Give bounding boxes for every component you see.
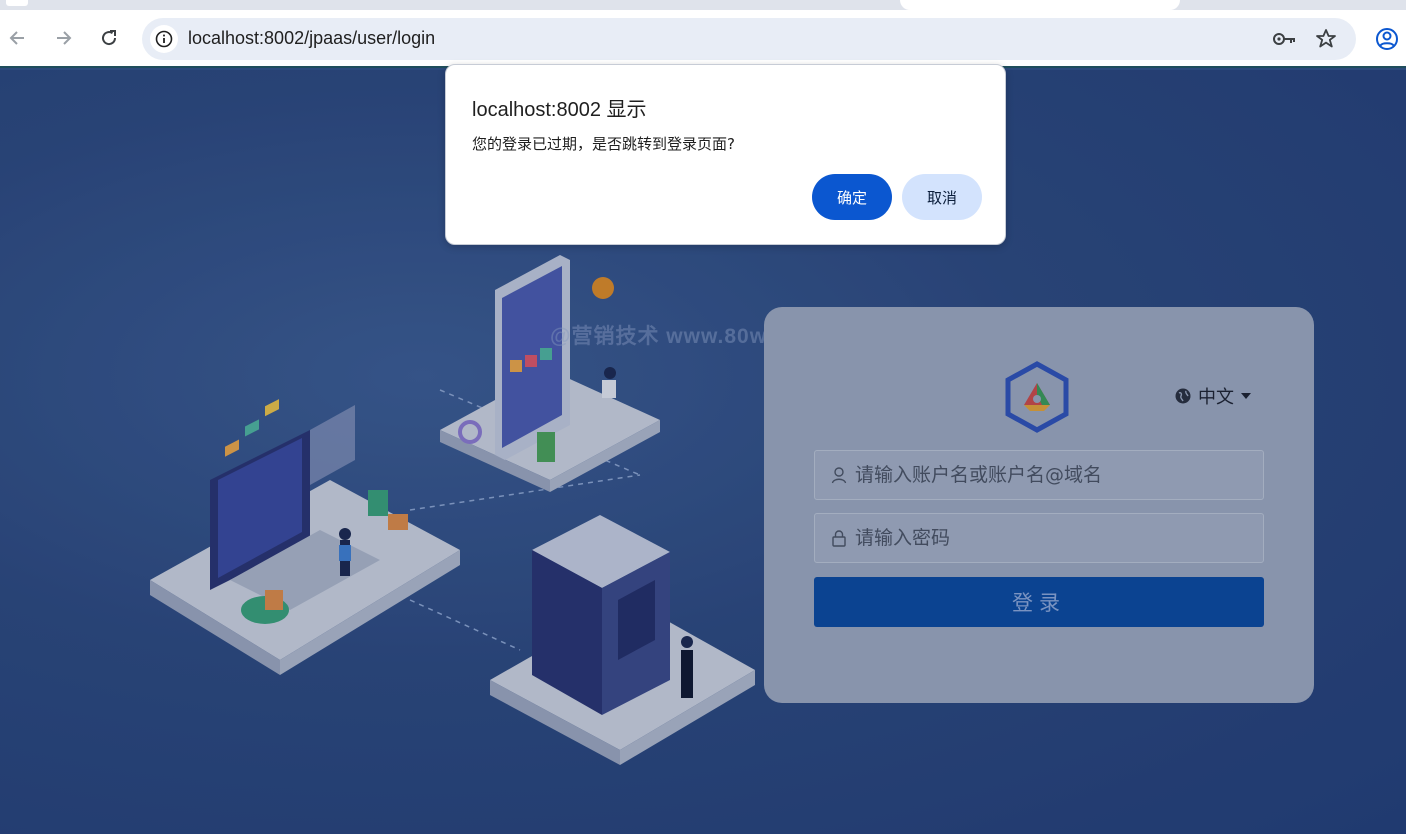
alert-dialog: localhost:8002 显示 您的登录已过期，是否跳转到登录页面? 确定 … [445,64,1006,245]
username-field[interactable] [814,450,1264,500]
lock-icon [832,530,846,547]
password-input[interactable] [855,527,1255,549]
url-text[interactable]: localhost:8002/jpaas/user/login [188,28,435,49]
password-field[interactable] [814,513,1264,563]
username-input[interactable] [855,464,1255,486]
dialog-title: localhost:8002 显示 [472,99,647,121]
info-icon [155,30,173,48]
arrow-right-icon [57,31,72,45]
ok-button[interactable]: 确定 [812,174,892,220]
isometric-illustration [150,255,755,765]
tab-favicon [6,0,28,6]
cancel-button[interactable]: 取消 [902,174,982,220]
star-icon [1316,29,1336,48]
caret-down-icon [1241,393,1251,399]
profile-icon [1376,28,1398,50]
tab-strip [0,0,1406,10]
language-selector[interactable]: 中文 [1174,383,1252,409]
tab-inactive[interactable] [0,0,900,10]
dialog-message: 您的登录已过期，是否跳转到登录页面? [472,135,735,153]
address-bar[interactable]: localhost:8002/jpaas/user/login [142,18,1356,60]
tab-active[interactable] [900,0,1180,10]
reload-button[interactable] [95,24,123,52]
profile-button[interactable] [1374,26,1400,56]
key-icon [1273,33,1295,45]
arrow-left-icon [9,31,24,45]
password-manager-button[interactable] [1272,27,1298,55]
back-button[interactable] [4,24,32,52]
language-label: 中文 [1198,387,1234,408]
login-card: 中文 登录 [764,307,1314,703]
reload-icon [102,30,117,46]
app-logo [1004,361,1070,437]
user-icon [831,467,847,484]
site-info-button[interactable] [150,25,178,53]
bookmark-button[interactable] [1314,27,1338,55]
browser-toolbar: localhost:8002/jpaas/user/login [0,10,1406,68]
globe-icon [1175,388,1191,404]
login-button[interactable]: 登录 [814,577,1264,627]
forward-button[interactable] [49,24,77,52]
